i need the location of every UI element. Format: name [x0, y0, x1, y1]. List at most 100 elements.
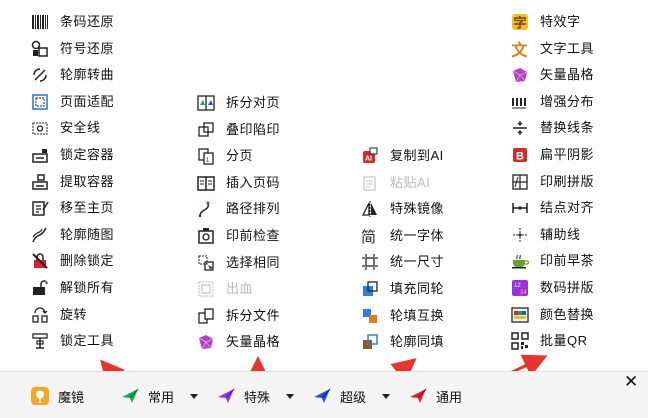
- general-tool-item[interactable]: 批量QR: [510, 330, 588, 352]
- mirror-app-icon: [30, 386, 50, 406]
- special-tool-item[interactable]: 矢量晶格: [196, 331, 280, 353]
- lock-container-icon: [30, 145, 50, 165]
- super-tool-item: 粘贴AI: [360, 172, 430, 194]
- outline-curve-icon: [30, 65, 50, 85]
- color-replace-icon: [510, 305, 530, 325]
- basic-tool-item[interactable]: 锁定工具: [30, 330, 114, 352]
- basic-tool-item[interactable]: 页面适配: [30, 91, 114, 113]
- green-plane-icon: [120, 386, 140, 406]
- general-tool-item[interactable]: 颜色替换: [510, 304, 594, 326]
- select-same-icon: [196, 253, 216, 273]
- super-tool-label: 统一尺寸: [390, 254, 445, 270]
- basic-tool-label: 提取容器: [60, 173, 115, 189]
- special-tool-label: 选择相同: [226, 254, 281, 270]
- general-tool-item[interactable]: 印刷拼版: [510, 171, 594, 193]
- super-tool-item[interactable]: AI 复制到AI: [360, 145, 444, 167]
- general-tool-item[interactable]: 辅助线: [510, 224, 581, 246]
- outline-follow-icon: [30, 225, 50, 245]
- vector-crystal-icon: [510, 65, 530, 85]
- special-menu-button[interactable]: 特殊: [216, 386, 270, 406]
- super-tool-item[interactable]: 填充同轮: [360, 278, 444, 300]
- basic-tool-item[interactable]: 条码还原: [30, 11, 114, 33]
- super-tool-item[interactable]: 轮填互换: [360, 305, 444, 327]
- super-menu-button[interactable]: 超级: [312, 386, 366, 406]
- special-tool-item[interactable]: 插入页码: [196, 172, 280, 194]
- text-tool-icon: 文: [510, 39, 530, 59]
- basic-tool-item[interactable]: 符号还原: [30, 38, 114, 60]
- special-label: 特殊: [244, 389, 271, 405]
- basic-tool-item[interactable]: 轮廓转曲: [30, 64, 114, 86]
- basic-tool-item[interactable]: 删除锁定: [30, 250, 114, 272]
- guideline-icon: [510, 225, 530, 245]
- split-file-icon: [196, 306, 216, 326]
- basic-tool-label: 旋转: [60, 306, 88, 322]
- super-tool-label: 特殊镜像: [390, 201, 445, 217]
- basic-tool-item[interactable]: 安全线: [30, 117, 101, 139]
- app-label: 魔镜: [58, 389, 85, 405]
- super-tool-item[interactable]: 特殊镜像: [360, 198, 444, 220]
- general-tool-label: 增强分布: [540, 93, 595, 109]
- basic-tool-item[interactable]: 提取容器: [30, 171, 114, 193]
- svg-text:文: 文: [512, 40, 529, 59]
- swap-fill-outline-icon: [360, 306, 380, 326]
- app-button[interactable]: 魔镜: [30, 386, 84, 406]
- imposition-icon: [510, 172, 530, 192]
- special-tool-item[interactable]: 拆分对页: [196, 92, 280, 114]
- basic-tool-item[interactable]: 解锁所有: [30, 277, 114, 299]
- basic-tool-label: 轮廓转曲: [60, 67, 115, 83]
- vector-crystal-icon: [196, 332, 216, 352]
- general-tool-label: 结点对齐: [540, 200, 595, 216]
- basic-tool-item[interactable]: 轮廓随图: [30, 224, 114, 246]
- basic-tool-label: 符号还原: [60, 40, 115, 56]
- special-dropdown-caret[interactable]: [286, 394, 294, 399]
- delete-lock-icon: [30, 251, 50, 271]
- general-tool-item[interactable]: 字特效字: [510, 11, 581, 33]
- special-tool-label: 插入页码: [226, 174, 281, 190]
- super-tool-label: 轮填互换: [390, 307, 445, 323]
- basic-tool-item[interactable]: 移至主页: [30, 197, 114, 219]
- general-tool-item[interactable]: 12 34 数码拼版: [510, 277, 594, 299]
- symbol-icon: [30, 39, 50, 59]
- svg-text:12: 12: [514, 283, 521, 289]
- special-mirror-icon: [360, 199, 380, 219]
- general-tool-item[interactable]: B 扁平阴影: [510, 144, 594, 166]
- basic-tool-item[interactable]: 锁定容器: [30, 144, 114, 166]
- super-tool-item[interactable]: 统一尺寸: [360, 251, 444, 273]
- split-spread-icon: [196, 93, 216, 113]
- special-tool-item[interactable]: 路径排列: [196, 198, 280, 220]
- basic-tool-label: 页面适配: [60, 93, 115, 109]
- general-tool-item[interactable]: 印前早茶: [510, 250, 594, 272]
- common-dropdown-caret[interactable]: [190, 394, 198, 399]
- svg-text:AI: AI: [365, 156, 372, 163]
- close-button[interactable]: ✕: [624, 372, 638, 392]
- general-tool-label: 矢量晶格: [540, 67, 595, 83]
- general-menu-button[interactable]: 通用: [408, 386, 462, 406]
- safety-line-icon: [30, 118, 50, 138]
- general-tool-item[interactable]: 增强分布: [510, 91, 594, 113]
- special-tool-label: 路径排列: [226, 201, 281, 217]
- general-tool-label: 扁平阴影: [540, 147, 595, 162]
- basic-tool-label: 锁定容器: [60, 147, 115, 162]
- special-tool-item[interactable]: 选择相同: [196, 252, 280, 274]
- basic-tool-item[interactable]: 旋转: [30, 304, 87, 326]
- purple-plane-icon: [216, 386, 236, 406]
- special-tool-item[interactable]: 印前检查: [196, 225, 280, 247]
- general-tool-item[interactable]: 文文字工具: [510, 38, 594, 60]
- general-tool-label: 印刷拼版: [540, 173, 595, 189]
- effect-text-icon: 字: [510, 12, 530, 32]
- special-tool-item[interactable]: 叠印陷印: [196, 119, 280, 141]
- super-tool-label: 填充同轮: [390, 281, 445, 296]
- super-tool-label: 粘贴AI: [390, 174, 431, 190]
- super-dropdown-caret[interactable]: [382, 394, 390, 399]
- general-tool-item[interactable]: 结点对齐: [510, 197, 594, 219]
- general-tool-item[interactable]: 替换线条: [510, 117, 594, 139]
- special-tool-item[interactable]: 1 分页: [196, 145, 253, 167]
- unlock-all-icon: [30, 278, 50, 298]
- general-tool-label: 文字工具: [540, 40, 595, 56]
- special-tool-item[interactable]: 拆分文件: [196, 305, 280, 327]
- super-tool-item[interactable]: 轮廓同填: [360, 331, 444, 353]
- outline-same-fill-icon: [360, 332, 380, 352]
- common-menu-button[interactable]: 常用: [120, 386, 174, 406]
- super-tool-item[interactable]: 简统一字体: [360, 225, 444, 247]
- general-tool-item[interactable]: 矢量晶格: [510, 64, 594, 86]
